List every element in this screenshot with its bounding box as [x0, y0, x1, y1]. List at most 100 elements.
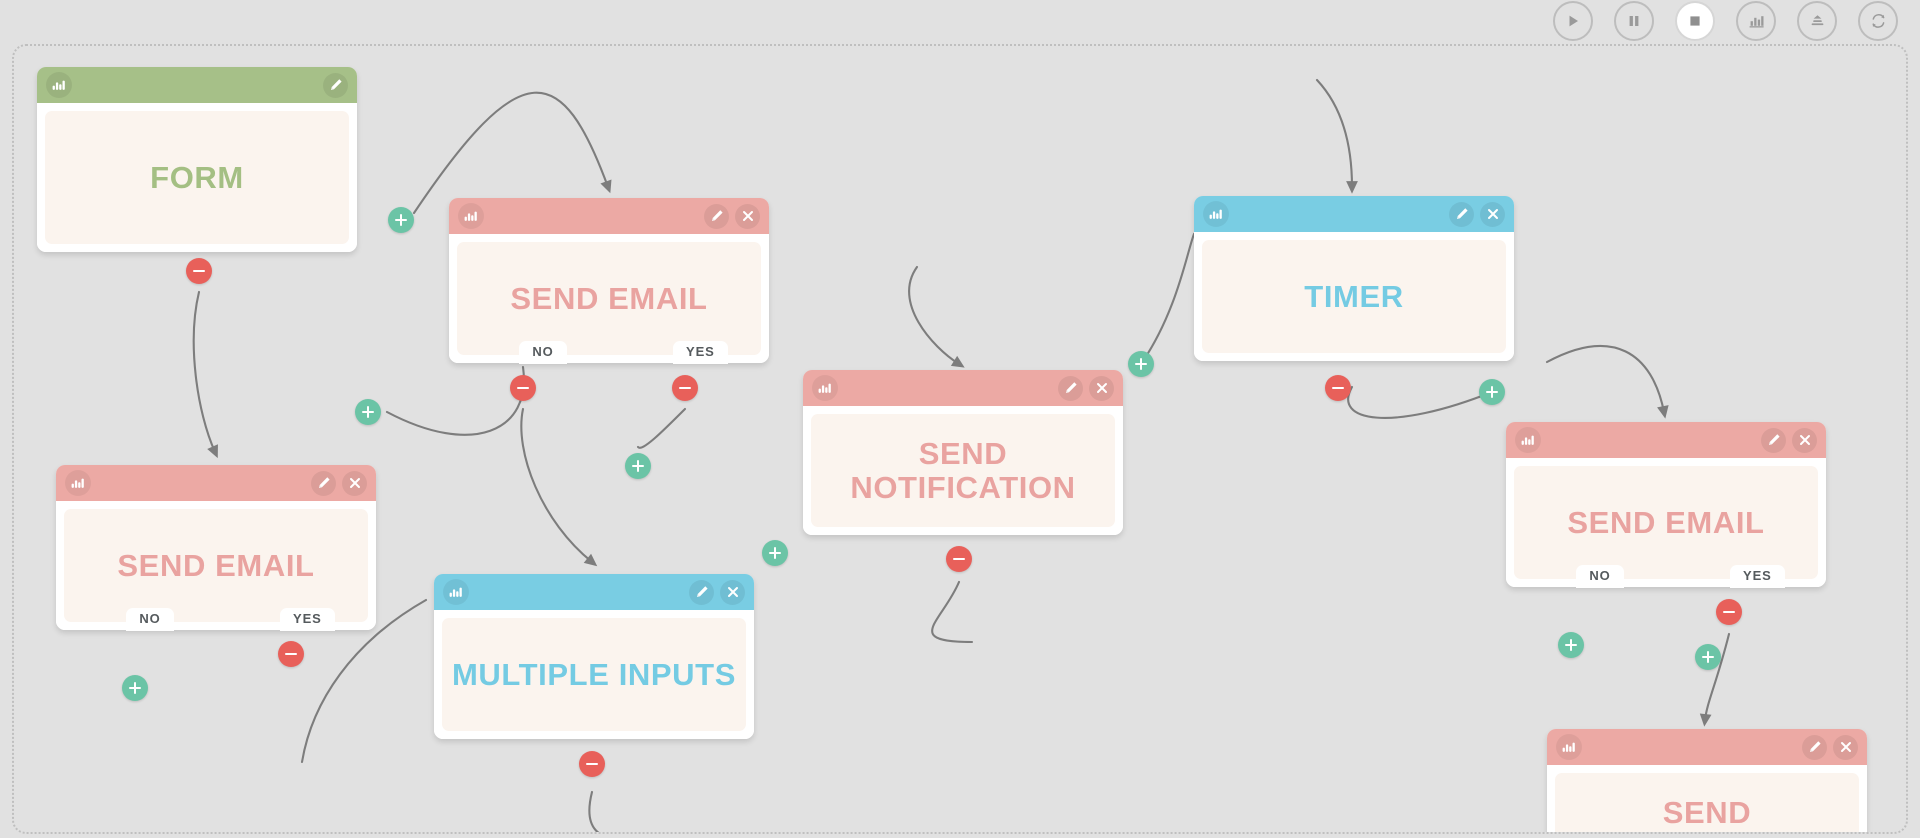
remove-connector-c5[interactable] — [672, 375, 698, 401]
pause-button[interactable] — [1614, 1, 1654, 41]
add-connector-c9[interactable] — [762, 540, 788, 566]
branch-label-no[interactable]: NO — [1576, 565, 1624, 588]
workflow-canvas[interactable]: FORM SEND EMAIL NO YES SEND EMAIL NO YES MULTIP… — [12, 44, 1908, 834]
plus-icon-vertical — [1706, 651, 1710, 663]
chart-icon[interactable] — [458, 203, 484, 229]
edit-icon[interactable] — [1449, 201, 1474, 227]
edit-icon[interactable] — [689, 579, 714, 605]
edit-icon[interactable] — [1761, 427, 1786, 453]
minus-icon — [586, 762, 598, 766]
edge-e11[interactable] — [931, 580, 974, 644]
chart-icon[interactable] — [812, 375, 838, 401]
add-connector-c2[interactable] — [388, 207, 414, 233]
edge-e4[interactable] — [520, 407, 598, 567]
branch-label-yes[interactable]: YES — [280, 608, 335, 631]
node-inner-panel: MULTIPLE INPUTS — [442, 618, 746, 731]
node-header-send-email-top[interactable] — [449, 198, 769, 234]
add-connector-c17[interactable] — [1695, 644, 1721, 670]
close-icon[interactable] — [1833, 734, 1858, 760]
node-multiple-inputs[interactable]: MULTIPLE INPUTS — [434, 574, 754, 739]
remove-connector-c10[interactable] — [579, 751, 605, 777]
node-send-email-right[interactable]: SEND EMAIL NO YES — [1506, 422, 1826, 588]
edit-icon[interactable] — [323, 72, 348, 98]
edge-e3[interactable] — [385, 365, 525, 436]
add-connector-c7[interactable] — [122, 675, 148, 701]
node-header-send-email-right[interactable] — [1506, 422, 1826, 458]
branch-label-yes[interactable]: YES — [673, 341, 728, 364]
close-icon[interactable] — [1792, 427, 1817, 453]
close-icon[interactable] — [735, 203, 760, 229]
add-connector-c3[interactable] — [355, 399, 381, 425]
node-header-actions — [1449, 201, 1505, 227]
add-connector-c15[interactable] — [1558, 632, 1584, 658]
chart-icon[interactable] — [1203, 201, 1229, 227]
plus-icon-vertical — [636, 460, 640, 472]
minus-icon — [1723, 610, 1735, 614]
close-icon[interactable] — [1480, 201, 1505, 227]
node-body-timer: TIMER — [1194, 232, 1514, 361]
remove-connector-c8[interactable] — [278, 641, 304, 667]
node-body-form: FORM — [37, 103, 357, 252]
node-header-multiple-inputs[interactable] — [434, 574, 754, 610]
branch-label-no[interactable]: NO — [126, 608, 174, 631]
node-header-actions — [704, 203, 760, 229]
add-connector-c12[interactable] — [1128, 351, 1154, 377]
edge-e6[interactable] — [908, 265, 965, 368]
add-connector-c6[interactable] — [625, 453, 651, 479]
play-icon — [1565, 13, 1581, 29]
remove-connector-c13[interactable] — [1325, 375, 1351, 401]
remove-connector-c11[interactable] — [946, 546, 972, 572]
minus-icon — [193, 269, 205, 273]
close-icon[interactable] — [720, 579, 745, 605]
branch-label-no[interactable]: NO — [519, 341, 567, 364]
node-send-notification-center[interactable]: SEND NOTIFICATION — [803, 370, 1123, 535]
edit-icon[interactable] — [311, 470, 336, 496]
align-icon — [1809, 13, 1826, 29]
node-inner-panel: TIMER — [1202, 240, 1506, 353]
chart-icon[interactable] — [46, 72, 72, 98]
node-header-form[interactable] — [37, 67, 357, 103]
edge-e1[interactable] — [412, 91, 612, 215]
minus-icon — [1332, 386, 1344, 390]
chart-icon — [1748, 13, 1765, 29]
node-timer[interactable]: TIMER — [1194, 196, 1514, 361]
node-form[interactable]: FORM — [37, 67, 357, 252]
edge-e7[interactable] — [1139, 232, 1196, 366]
node-header-send-email-left[interactable] — [56, 465, 376, 501]
node-send-notification-bottom[interactable]: SEND NOTIFICATION — [1547, 729, 1867, 832]
chart-icon[interactable] — [65, 470, 91, 496]
remove-connector-c4[interactable] — [510, 375, 536, 401]
edge-e13[interactable] — [588, 790, 622, 834]
stats-button[interactable] — [1736, 1, 1776, 41]
edge-e2[interactable] — [192, 290, 218, 459]
align-button[interactable] — [1797, 1, 1837, 41]
node-body-send-notification-center: SEND NOTIFICATION — [803, 406, 1123, 535]
edge-e9[interactable] — [1347, 385, 1494, 419]
node-header-send-notification-bottom[interactable] — [1547, 729, 1867, 765]
add-connector-c14[interactable] — [1479, 379, 1505, 405]
node-header-actions — [311, 470, 367, 496]
edge-e8[interactable] — [1315, 78, 1358, 194]
node-header-actions — [1058, 375, 1114, 401]
node-send-email-left[interactable]: SEND EMAIL NO YES — [56, 465, 376, 631]
run-button[interactable] — [1553, 1, 1593, 41]
node-header-timer[interactable] — [1194, 196, 1514, 232]
edit-icon[interactable] — [1802, 734, 1827, 760]
chart-icon[interactable] — [443, 579, 469, 605]
edge-e10[interactable] — [1545, 345, 1669, 419]
close-icon[interactable] — [342, 470, 367, 496]
chart-icon[interactable] — [1556, 734, 1582, 760]
node-header-send-notification-center[interactable] — [803, 370, 1123, 406]
edit-icon[interactable] — [1058, 375, 1083, 401]
remove-connector-c16[interactable] — [1716, 599, 1742, 625]
node-send-email-top[interactable]: SEND EMAIL NO YES — [449, 198, 769, 364]
edge-e5[interactable] — [636, 407, 687, 449]
stop-button[interactable] — [1675, 1, 1715, 41]
branch-label-yes[interactable]: YES — [1730, 565, 1785, 588]
edit-icon[interactable] — [704, 203, 729, 229]
node-title: SEND EMAIL — [510, 280, 708, 316]
remove-connector-c1[interactable] — [186, 258, 212, 284]
chart-icon[interactable] — [1515, 427, 1541, 453]
refresh-button[interactable] — [1858, 1, 1898, 41]
close-icon[interactable] — [1089, 375, 1114, 401]
